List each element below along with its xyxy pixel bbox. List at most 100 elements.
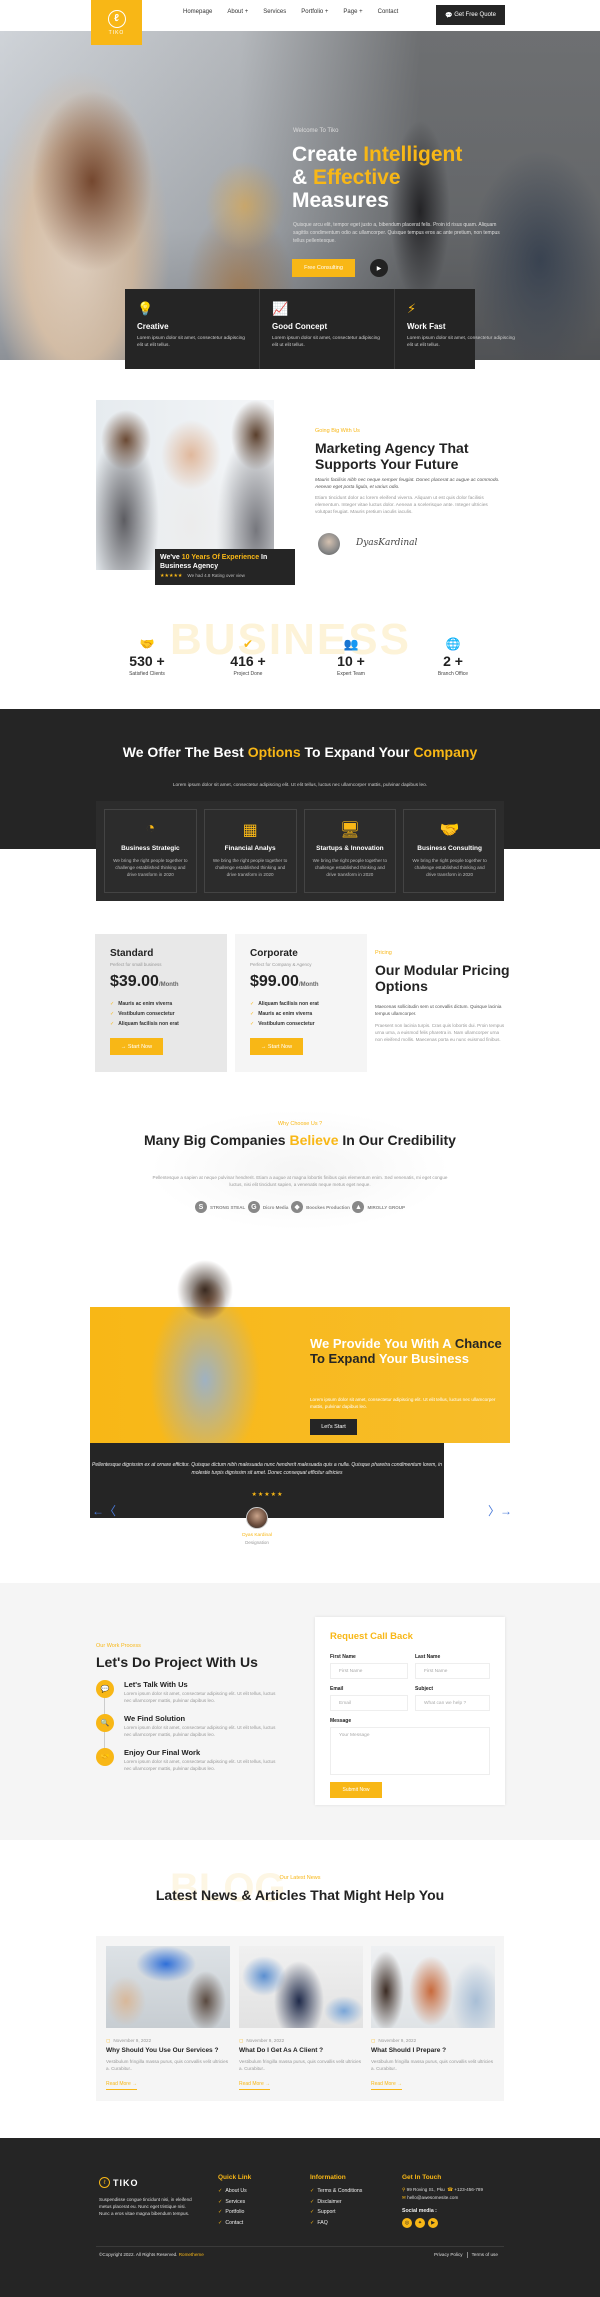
post-title[interactable]: What Do I Get As A Client ? bbox=[239, 2047, 363, 2054]
chat-icon: 💬 bbox=[445, 12, 455, 19]
social-label: Social media : bbox=[402, 2208, 437, 2214]
subject-input[interactable]: What can we help ? bbox=[415, 1695, 490, 1711]
service-card[interactable]: ▦ Financial Analys We bring the right peop… bbox=[203, 809, 297, 893]
subject-label: Subject bbox=[415, 1686, 434, 1692]
first-name-input[interactable]: First Name bbox=[330, 1663, 408, 1679]
site-logo[interactable]: ℓ TIKO bbox=[91, 0, 142, 45]
social-links: ◎ ✦ ▶ bbox=[402, 2218, 438, 2228]
read-more-link[interactable]: Read More → bbox=[371, 2081, 403, 2090]
site-header: Homepage About + Services Portfolio + Pa… bbox=[0, 0, 600, 31]
footer-divider bbox=[96, 2246, 504, 2247]
post-image[interactable] bbox=[239, 1946, 363, 2028]
plan-feature: ✓ Vestibulum consectetur bbox=[250, 1021, 315, 1027]
first-name-label: First Name bbox=[330, 1654, 356, 1660]
process-section bbox=[0, 1583, 600, 1840]
twitter-icon[interactable]: ✦ bbox=[415, 2218, 425, 2228]
post-title[interactable]: Why Should You Use Our Services ? bbox=[106, 2047, 230, 2054]
service-card[interactable]: 🤝 Business Consulting We bring the right p… bbox=[403, 809, 496, 893]
footer-link[interactable]: ✓ Terms & Conditions bbox=[310, 2186, 362, 2197]
stat-item: 👥 10 + Expert Team bbox=[316, 637, 386, 677]
last-name-input[interactable]: First Name bbox=[415, 1663, 490, 1679]
submit-now-button[interactable]: Submit Now bbox=[330, 1782, 382, 1798]
youtube-icon[interactable]: ▶ bbox=[428, 2218, 438, 2228]
rating-stars: ★★★★★ bbox=[160, 573, 183, 579]
location-pin-icon: ⚲ bbox=[402, 2187, 406, 2192]
news-post: ▢ November 9, 2022 What Should I Prepare … bbox=[371, 1946, 495, 2090]
check-icon: ✓ bbox=[310, 2198, 315, 2205]
plan-feature: ✓ Aliquam facilisis non erat bbox=[250, 1001, 319, 1007]
free-consulting-button[interactable]: Free Consulting bbox=[292, 259, 355, 277]
check-icon: ✓ bbox=[250, 1011, 255, 1017]
post-image[interactable] bbox=[371, 1946, 495, 2028]
read-more-link[interactable]: Read More → bbox=[239, 2081, 271, 2090]
cta-description: Lorem ipsum dolor sit amet, consectetur … bbox=[310, 1397, 496, 1409]
brand-link[interactable]: Rometheme bbox=[179, 2252, 204, 2257]
service-card[interactable]: ◔ Business Strategic We bring the right pe… bbox=[104, 809, 197, 893]
privacy-policy-link[interactable]: Privacy Policy bbox=[434, 2252, 463, 2258]
start-now-button[interactable]: → Start Now bbox=[110, 1038, 163, 1055]
feature-card: 📈 Good Concept Lorem ipsum dolor sit ame… bbox=[260, 289, 395, 369]
contact-address-phone: ⚲ 99 Roving St., Pku ☎ +123-456-789 bbox=[402, 2187, 484, 2192]
dicro-media-logo-icon: G bbox=[247, 1201, 260, 1213]
ceo-avatar bbox=[318, 533, 340, 555]
play-video-button[interactable]: ▶ bbox=[370, 259, 388, 277]
feature-text: Lorem ipsum dolor sit amet, consectetur … bbox=[407, 336, 515, 348]
footer-link[interactable]: ✓ Disclaimer bbox=[310, 2197, 362, 2208]
handshake-icon: 🤝 bbox=[439, 822, 460, 839]
lightning-icon: ⚡ bbox=[407, 301, 417, 316]
stat-item: 🌐 2 + Branch Office bbox=[418, 637, 488, 677]
lightbulb-icon: 💡 bbox=[137, 301, 154, 316]
news-post: ▢ November 9, 2022 Why Should You Use Our… bbox=[106, 1946, 230, 2090]
read-more-link[interactable]: Read More → bbox=[106, 2081, 138, 2090]
cta-title: We Provide You With A Chance To Expand Y… bbox=[310, 1336, 502, 1366]
feature-card: ⚡ Work Fast Lorem ipsum dolor sit amet, … bbox=[395, 289, 529, 369]
footer-link[interactable]: ✓ Portfolio bbox=[218, 2207, 251, 2218]
message-textarea[interactable]: Your Message bbox=[330, 1727, 490, 1775]
plan-feature: ✓ Mauris ac enim viverra bbox=[250, 1011, 313, 1017]
footer-logo[interactable]: ℓ TIKO bbox=[99, 2177, 139, 2188]
footer-about: Suspendisse congue tincidunt nisi, in el… bbox=[99, 2197, 192, 2216]
service-card[interactable]: 🖥 Startups & Innovation We bring the right… bbox=[303, 809, 397, 893]
nav-contact[interactable]: Contact bbox=[378, 9, 399, 15]
post-excerpt: Vestibulum fringilla massa purus, quis c… bbox=[371, 2059, 494, 2071]
calculator-icon: ▦ bbox=[242, 822, 258, 839]
pricing-description: Praesent non lacinia turpis. Cras quis l… bbox=[375, 1023, 505, 1042]
brand-logo: G Dicro Media bbox=[247, 1201, 288, 1213]
features-bar: 💡 Creative Lorem ipsum dolor sit amet, c… bbox=[125, 289, 515, 369]
check-badge-icon: ✔ bbox=[242, 637, 254, 651]
handshake-icon: 🤝 bbox=[96, 1748, 114, 1766]
next-arrow-icon[interactable]: 〉→ bbox=[488, 1502, 512, 1519]
nav-page[interactable]: Page + bbox=[343, 9, 362, 15]
post-title[interactable]: What Should I Prepare ? bbox=[371, 2047, 495, 2054]
footer-link[interactable]: ✓ Services bbox=[218, 2197, 251, 2208]
prev-arrow-icon[interactable]: ←〈 bbox=[92, 1502, 116, 1519]
post-image[interactable] bbox=[106, 1946, 230, 2028]
nav-services[interactable]: Services bbox=[263, 9, 286, 15]
footer-link[interactable]: ✓ FAQ bbox=[310, 2218, 362, 2229]
terms-link[interactable]: Terms of use bbox=[472, 2252, 498, 2258]
globe-icon: 🌐 bbox=[445, 637, 461, 651]
nav-homepage[interactable]: Homepage bbox=[183, 9, 212, 15]
stat-item: 🤝 530 + Satisfied Clients bbox=[112, 637, 182, 677]
about-description: Etiam tincidunt dolor ac lorem eleifend … bbox=[315, 496, 488, 515]
check-icon: ✓ bbox=[110, 1021, 115, 1027]
copyright: ©Copyright 2022. All Rights Reserved. Ro… bbox=[99, 2252, 204, 2257]
calendar-icon: ▢ bbox=[239, 2038, 244, 2043]
pricing-tag: Pricing bbox=[375, 950, 392, 956]
services-panel: ◔ Business Strategic We bring the right pe… bbox=[96, 801, 504, 901]
lets-start-button[interactable]: Let's Start bbox=[310, 1419, 357, 1435]
footer-link[interactable]: ✓ Contact bbox=[218, 2218, 251, 2229]
contact-email[interactable]: ✉ hello@awesomesite.com bbox=[402, 2195, 458, 2201]
start-now-button[interactable]: → Start Now bbox=[250, 1038, 303, 1055]
email-input[interactable]: Email bbox=[330, 1695, 408, 1711]
instagram-icon[interactable]: ◎ bbox=[402, 2218, 412, 2228]
footer-link[interactable]: ✓ Support bbox=[310, 2207, 362, 2218]
check-icon: ✓ bbox=[310, 2209, 315, 2215]
nav-portfolio[interactable]: Portfolio + bbox=[301, 9, 328, 15]
footer-link[interactable]: ✓ About Us bbox=[218, 2186, 251, 2197]
nav-about[interactable]: About + bbox=[227, 9, 248, 15]
hero-title: Create Intelligent & Effective Measures bbox=[292, 143, 463, 212]
services-subtitle: Lorem ipsum dolor sit amet, consectetur … bbox=[172, 783, 428, 788]
get-free-quote-button[interactable]: 💬 Get Free Quote bbox=[436, 5, 505, 25]
check-icon: ✓ bbox=[218, 2209, 223, 2215]
